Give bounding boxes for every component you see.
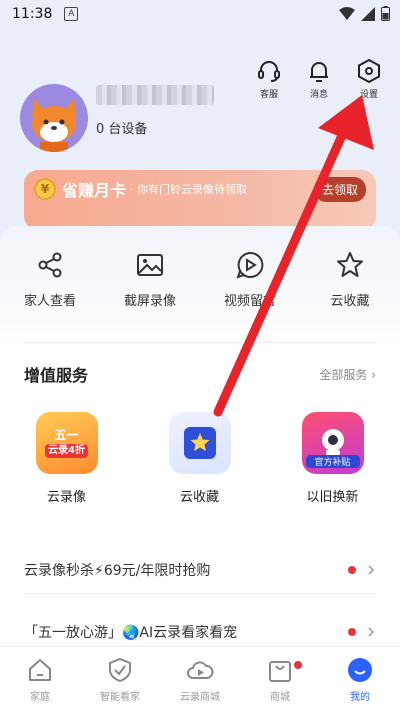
- promo-row-1-text: 云录像秒杀⚡69元/年限时抢购: [24, 562, 211, 579]
- fox-avatar-icon: [32, 98, 76, 152]
- tab-mall[interactable]: 商城: [240, 647, 320, 712]
- quick-cloud-favorite-label: 云收藏: [330, 294, 370, 309]
- service-cloud-favorite[interactable]: 云收藏: [133, 412, 266, 505]
- top-actions: 客服 消息 设置: [252, 58, 386, 100]
- customer-service-label: 客服: [259, 90, 278, 100]
- tab-smart-guard-label: 智能看家: [100, 692, 140, 703]
- battery-icon: [381, 6, 390, 21]
- cloud-record-promo-icon: 五一 云录4折: [35, 412, 98, 474]
- quick-actions: 家人查看 截屏录像 视频留言 云收藏: [0, 250, 400, 309]
- tab-home-label: 家庭: [30, 692, 50, 703]
- status-bar: 11:38 A: [0, 0, 400, 28]
- cloud-play-icon: [187, 661, 214, 679]
- me-smile-icon: [348, 658, 372, 682]
- divider: [24, 342, 376, 343]
- share-icon: [38, 252, 62, 278]
- status-icons: [339, 6, 390, 21]
- image-icon: [137, 254, 163, 276]
- wifi-icon: [339, 6, 355, 20]
- tab-smart-guard[interactable]: 智能看家: [80, 647, 160, 712]
- promo-row-1[interactable]: 云录像秒杀⚡69元/年限时抢购: [24, 546, 376, 594]
- settings-hex-icon: [358, 58, 380, 84]
- tab-me-label: 我的: [350, 692, 370, 703]
- headset-icon: [258, 61, 280, 82]
- service-badge-top: 五一: [54, 427, 79, 442]
- tab-me[interactable]: 我的: [320, 647, 400, 712]
- service-cloud-favorite-label: 云收藏: [179, 490, 219, 505]
- avatar[interactable]: [20, 84, 88, 152]
- quick-cloud-favorite[interactable]: 云收藏: [300, 250, 400, 309]
- tab-home[interactable]: 家庭: [0, 647, 80, 712]
- quick-video-message[interactable]: 视频留言: [200, 250, 300, 309]
- promo-title: 省赚月卡: [62, 181, 127, 200]
- messages-button[interactable]: 消息: [302, 58, 336, 100]
- customer-service-button[interactable]: 客服: [252, 58, 286, 100]
- services-row: 五一 云录4折 云录像 云收藏 官方补贴 以旧换新: [0, 412, 400, 505]
- notification-dot: [294, 661, 302, 669]
- quick-screenshot-record[interactable]: 截屏录像: [100, 250, 200, 309]
- star-icon: [337, 252, 363, 277]
- notification-a-icon: A: [64, 7, 79, 21]
- quick-screenshot-record-label: 截屏录像: [123, 294, 176, 309]
- trade-in-icon: 官方补贴: [301, 412, 364, 474]
- service-trade-in[interactable]: 官方补贴 以旧换新: [266, 412, 399, 505]
- all-services-link[interactable]: 全部服务 ›: [319, 366, 376, 383]
- all-services-label: 全部服务: [319, 368, 368, 382]
- bottom-tab-bar: 家庭 智能看家 云录商城 商城 我的: [0, 646, 400, 712]
- main-card: 家人查看 截屏录像 视频留言 云收藏 增值服务 全部服务 › 五一 云录4折 云…: [0, 226, 400, 656]
- promo-subtitle: · 你有门铃云录像待领取: [130, 183, 248, 196]
- star-box-icon: [183, 427, 216, 459]
- service-cloud-record[interactable]: 五一 云录4折 云录像: [0, 412, 133, 505]
- promo-claim-button[interactable]: 去领取: [313, 176, 366, 202]
- quick-family-view[interactable]: 家人查看: [0, 250, 100, 309]
- settings-label: 设置: [359, 90, 378, 100]
- username-redacted: [96, 85, 214, 105]
- subsidy-tag: 官方补贴: [305, 455, 360, 468]
- messages-label: 消息: [309, 90, 328, 100]
- shopping-bag-icon: [269, 661, 291, 682]
- unread-dot: [348, 627, 356, 636]
- cloud-favorite-icon: [168, 412, 231, 474]
- tab-cloud-mall[interactable]: 云录商城: [160, 647, 240, 712]
- chevron-right-icon: [368, 564, 375, 575]
- service-badge-bottom: 云录4折: [45, 444, 88, 459]
- signal-icon: [361, 6, 375, 21]
- device-count: 0 台设备: [96, 122, 148, 137]
- services-title: 增值服务: [24, 366, 89, 385]
- chevron-right-icon: [368, 626, 375, 637]
- home-icon: [29, 659, 51, 681]
- chevron-right-icon: ›: [371, 368, 376, 382]
- quick-family-view-label: 家人查看: [23, 294, 76, 309]
- tab-cloud-mall-label: 云录商城: [180, 692, 220, 703]
- service-cloud-record-label: 云录像: [46, 490, 86, 505]
- tab-mall-label: 商城: [270, 692, 290, 703]
- coin-icon: ¥: [34, 178, 56, 200]
- quick-video-message-label: 视频留言: [223, 294, 276, 309]
- service-trade-in-label: 以旧换新: [306, 490, 359, 505]
- promo-banner[interactable]: ¥ 省赚月卡 · 你有门铃云录像待领取 去领取: [24, 170, 376, 230]
- promo-row-2-text: 「五一放心游」🌏AI云录看家看宠: [24, 624, 238, 641]
- settings-button[interactable]: 设置: [352, 58, 386, 100]
- bell-icon: [310, 62, 328, 82]
- shield-check-icon: [109, 657, 131, 683]
- status-time: 11:38: [12, 6, 53, 22]
- video-message-icon: [236, 251, 264, 279]
- unread-dot: [348, 565, 356, 574]
